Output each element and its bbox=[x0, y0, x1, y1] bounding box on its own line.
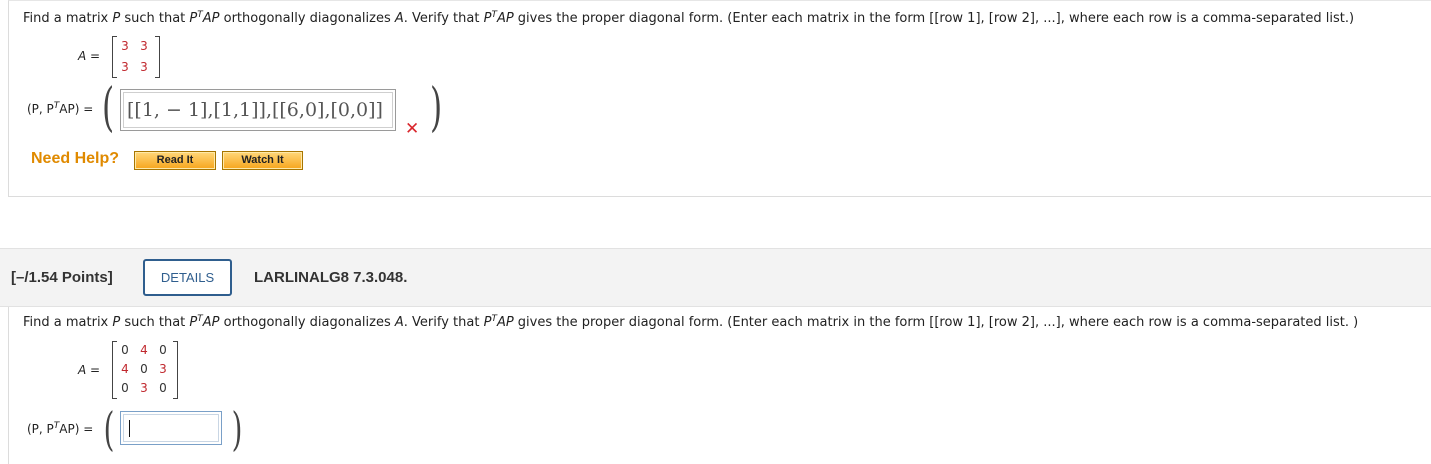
matrix-cell: 0 bbox=[140, 362, 148, 376]
transpose-sup: T bbox=[53, 101, 60, 111]
transpose-sup: T bbox=[53, 421, 60, 431]
matrix-bracket-right bbox=[173, 341, 178, 399]
answer-label-text: (P, P bbox=[27, 422, 54, 436]
matrix-cell: 4 bbox=[140, 343, 148, 357]
prompt-text: gives the proper diagonal form. (Enter e… bbox=[513, 11, 1355, 26]
matrix-bracket-left bbox=[112, 36, 117, 78]
answer-label: (P, PTAP) = bbox=[27, 101, 94, 116]
prompt-text: orthogonally diagonalizes bbox=[219, 315, 395, 330]
prompt-var: A bbox=[394, 11, 404, 26]
transpose-sup: T bbox=[491, 10, 497, 20]
answer-input[interactable]: [[1, − 1],[1,1]],[[6,0],[0,0]] bbox=[120, 89, 396, 131]
transpose-sup: T bbox=[197, 10, 203, 20]
incorrect-x-icon: ✕ bbox=[405, 119, 420, 139]
prompt-var: AP bbox=[496, 315, 514, 330]
matrix-bracket-left bbox=[112, 341, 117, 399]
matrix-a-label: A = bbox=[78, 363, 101, 377]
read-it-button[interactable]: Read It bbox=[134, 151, 216, 170]
matrix-cell: 0 bbox=[159, 343, 167, 357]
points-label: [–/1.54 Points] bbox=[11, 269, 113, 286]
transpose-sup: T bbox=[491, 314, 497, 324]
prompt-var: A bbox=[394, 315, 404, 330]
problem-code: LARLINALG8 7.3.048. bbox=[254, 269, 408, 286]
prompt-text: Find a matrix bbox=[23, 315, 113, 330]
prompt-text: such that bbox=[120, 315, 190, 330]
question-1-prompt: Find a matrix P such that PTAP orthogona… bbox=[23, 10, 1355, 26]
answer-input-inner bbox=[123, 414, 219, 442]
matrix-a: 0 4 0 4 0 3 0 3 0 bbox=[112, 341, 178, 399]
matrix-cell: 3 bbox=[159, 362, 167, 376]
prompt-text: . Verify that bbox=[403, 315, 484, 330]
answer-value: [[1, − 1],[1,1]],[[6,0],[0,0]] bbox=[127, 99, 383, 121]
matrix-cell: 3 bbox=[140, 39, 148, 53]
answer-label-text: AP) = bbox=[59, 102, 94, 116]
answer-input[interactable] bbox=[120, 411, 222, 445]
text-caret bbox=[129, 420, 130, 437]
prompt-var: AP bbox=[496, 11, 514, 26]
answer-label-text: AP) = bbox=[59, 422, 94, 436]
matrix-cell: 4 bbox=[121, 362, 129, 376]
prompt-text: Find a matrix bbox=[23, 11, 113, 26]
prompt-text: such that bbox=[120, 11, 190, 26]
matrix-cell: 0 bbox=[121, 381, 129, 395]
matrix-bracket-right bbox=[155, 36, 160, 78]
matrix-cell: 3 bbox=[121, 39, 129, 53]
matrix-a-label: A = bbox=[78, 49, 101, 63]
matrix-cell: 3 bbox=[140, 381, 148, 395]
transpose-sup: T bbox=[197, 314, 203, 324]
need-help-label: Need Help? bbox=[31, 150, 120, 167]
prompt-var: AP bbox=[202, 315, 220, 330]
right-paren: ) bbox=[430, 78, 443, 138]
prompt-text: . Verify that bbox=[403, 11, 484, 26]
prompt-text: orthogonally diagonalizes bbox=[219, 11, 395, 26]
matrix-cell: 0 bbox=[121, 343, 129, 357]
answer-label-text: (P, P bbox=[27, 102, 54, 116]
matrix-cell: 3 bbox=[121, 60, 129, 74]
matrix-a: 3 3 3 3 bbox=[112, 36, 160, 78]
right-paren: ) bbox=[231, 402, 243, 456]
watch-it-button[interactable]: Watch It bbox=[222, 151, 303, 170]
details-button[interactable]: DETAILS bbox=[143, 259, 232, 296]
matrix-cell: 3 bbox=[140, 60, 148, 74]
prompt-text: gives the proper diagonal form. (Enter e… bbox=[513, 315, 1359, 330]
left-paren: ( bbox=[103, 402, 115, 456]
answer-label: (P, PTAP) = bbox=[27, 421, 94, 436]
matrix-cell: 0 bbox=[159, 381, 167, 395]
prompt-var: AP bbox=[202, 11, 220, 26]
left-paren: ( bbox=[102, 78, 115, 138]
question-2-prompt: Find a matrix P such that PTAP orthogona… bbox=[23, 314, 1359, 330]
